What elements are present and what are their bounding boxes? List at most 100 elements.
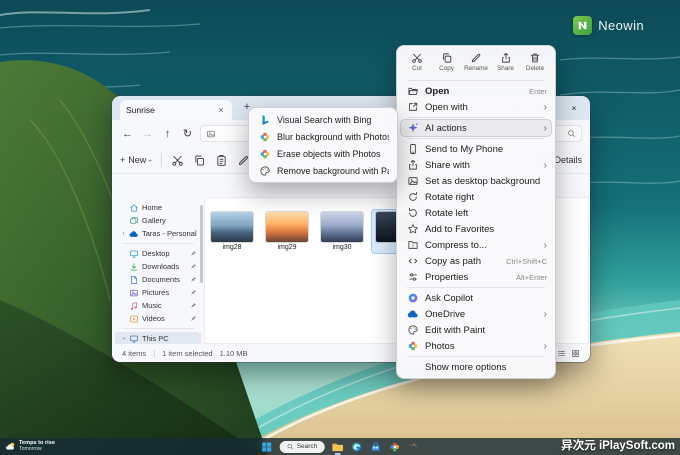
copy-button[interactable] xyxy=(193,154,206,167)
menu-item-rotate-right[interactable]: Rotate right xyxy=(401,189,551,205)
rotate-left-icon xyxy=(407,207,419,219)
windows-start-icon xyxy=(261,441,273,453)
taskbar-search[interactable]: Search xyxy=(280,441,325,453)
menu-item-set-as-desktop-background[interactable]: Set as desktop background xyxy=(401,173,551,189)
thumbnail-view-toggle[interactable] xyxy=(571,349,580,358)
file-item-img29[interactable]: img29 xyxy=(262,212,312,252)
desktop: Neowin Sunrise × + – □ × ← → ↑ ↻ xyxy=(0,0,680,455)
menu-item-photos[interactable]: Photos › xyxy=(401,338,551,354)
search-icon xyxy=(287,443,294,450)
selection-count: 1 item selected xyxy=(162,349,212,358)
quick-actions-row: Cut Copy Rename Share Delete xyxy=(401,49,551,78)
sidebar-item-this-pc[interactable]: › This PC xyxy=(115,332,201,344)
chevron-right-icon[interactable]: › xyxy=(121,230,126,237)
pin-icon xyxy=(190,302,197,309)
file-item-img30[interactable]: img30 xyxy=(317,212,367,252)
sidebar-item-pictures[interactable]: Pictures xyxy=(115,286,201,299)
menu-item-rotate-left[interactable]: Rotate left xyxy=(401,205,551,221)
cut-quick-button[interactable]: Cut xyxy=(403,50,431,77)
toolbar-divider xyxy=(161,153,162,167)
up-button[interactable]: ↑ xyxy=(160,128,175,140)
submenu-item-erase-objects[interactable]: Erase objects with Photos xyxy=(253,145,393,162)
sidebar-item-downloads[interactable]: Downloads xyxy=(115,260,201,273)
phone-icon xyxy=(407,143,419,155)
share-quick-button[interactable]: Share xyxy=(492,50,520,77)
menu-label: Show more options xyxy=(425,362,547,373)
sidebar-label: Videos xyxy=(142,314,165,323)
menu-item-add-to-favorites[interactable]: Add to Favorites xyxy=(401,221,551,237)
sidebar-scrollbar[interactable] xyxy=(200,205,203,283)
taskbar-photos[interactable] xyxy=(388,441,400,453)
sidebar-item-desktop[interactable]: Desktop xyxy=(115,247,201,260)
explorer-tab-sunrise[interactable]: Sunrise × xyxy=(120,100,232,120)
paste-button[interactable] xyxy=(215,154,228,167)
sidebar-label: This PC xyxy=(142,334,169,343)
taskbar-file-explorer[interactable] xyxy=(331,441,343,453)
sidebar-item-music[interactable]: Music xyxy=(115,299,201,312)
share-icon xyxy=(500,52,512,64)
file-thumbnail xyxy=(321,212,363,242)
menu-item-edit-with-paint[interactable]: Edit with Paint xyxy=(401,322,551,338)
menu-item-open[interactable]: Open Enter xyxy=(401,83,551,99)
forward-button[interactable]: → xyxy=(140,128,155,140)
new-button[interactable]: + New › xyxy=(120,155,152,165)
details-view-toggle[interactable] xyxy=(557,349,566,358)
chevron-expanded-icon[interactable]: › xyxy=(120,336,127,341)
taskbar-store[interactable] xyxy=(369,441,381,453)
gallery-icon xyxy=(129,216,139,226)
tab-title: Sunrise xyxy=(126,105,155,115)
store-icon xyxy=(369,441,381,453)
menu-item-copy-as-path[interactable]: Copy as path Ctrl+Shift+C xyxy=(401,253,551,269)
ai-sparkle-icon xyxy=(407,122,419,134)
refresh-button[interactable]: ↻ xyxy=(180,127,195,140)
menu-item-send-to-my-phone[interactable]: Send to My Phone xyxy=(401,141,551,157)
rename-quick-button[interactable]: Rename xyxy=(462,50,490,77)
menu-item-ai-actions[interactable]: AI actions › xyxy=(401,120,551,136)
sidebar-item-onedrive-personal[interactable]: › Taras - Personal xyxy=(115,227,201,240)
weather-widget[interactable]: Temps to rise Tomorrow xyxy=(0,441,60,452)
menu-label: OneDrive xyxy=(425,309,535,320)
paint-icon xyxy=(407,324,419,336)
submenu-item-blur-background[interactable]: Blur background with Photos xyxy=(253,128,393,145)
back-button[interactable]: ← xyxy=(120,128,135,140)
menu-item-share-with[interactable]: Share with › xyxy=(401,157,551,173)
sidebar-item-documents[interactable]: Documents xyxy=(115,273,201,286)
tab-close-icon[interactable]: × xyxy=(216,105,226,115)
edge-icon xyxy=(350,441,362,453)
taskbar-paint[interactable] xyxy=(407,441,419,453)
delete-quick-button[interactable]: Delete xyxy=(521,50,549,77)
menu-item-compress-to[interactable]: Compress to... › xyxy=(401,237,551,253)
menu-item-onedrive[interactable]: OneDrive › xyxy=(401,306,551,322)
sidebar-item-videos[interactable]: Videos xyxy=(115,312,201,325)
weather-icon xyxy=(5,441,16,452)
menu-item-show-more-options[interactable]: Show more options xyxy=(401,359,551,375)
submenu-item-visual-search[interactable]: Visual Search with Bing xyxy=(253,111,393,128)
menu-label: Send to My Phone xyxy=(425,144,547,155)
file-explorer-icon xyxy=(331,441,343,453)
start-button[interactable] xyxy=(261,441,273,453)
neowin-logo: Neowin xyxy=(573,16,644,35)
cut-button[interactable] xyxy=(171,154,184,167)
menu-item-properties[interactable]: Properties Alt+Enter xyxy=(401,269,551,285)
pictures-icon xyxy=(129,288,139,298)
menu-item-ask-copilot[interactable]: Ask Copilot xyxy=(401,290,551,306)
submenu-label: Visual Search with Bing xyxy=(277,115,389,125)
ai-actions-submenu: Visual Search with Bing Blur background … xyxy=(248,107,398,183)
submenu-item-remove-background[interactable]: Remove background with Paint xyxy=(253,162,393,179)
neowin-icon xyxy=(573,16,592,35)
close-button[interactable]: × xyxy=(560,96,588,119)
menu-item-open-with[interactable]: Open with › xyxy=(401,99,551,115)
copy-quick-button[interactable]: Copy xyxy=(433,50,461,77)
menu-label: Properties xyxy=(425,272,510,283)
taskbar-center: Search xyxy=(261,438,420,455)
search-icon xyxy=(567,129,576,138)
navigation-pane: Home Gallery › Taras - Personal Desktop xyxy=(112,197,204,344)
sidebar-item-home[interactable]: Home xyxy=(115,201,201,214)
sidebar-item-gallery[interactable]: Gallery xyxy=(115,214,201,227)
taskbar-edge[interactable] xyxy=(350,441,362,453)
file-name: img30 xyxy=(317,244,367,252)
menu-label: Set as desktop background xyxy=(425,176,547,187)
file-item-img28[interactable]: img28 xyxy=(207,212,257,252)
chevron-down-icon: › xyxy=(146,159,155,162)
photos-icon xyxy=(407,340,419,352)
